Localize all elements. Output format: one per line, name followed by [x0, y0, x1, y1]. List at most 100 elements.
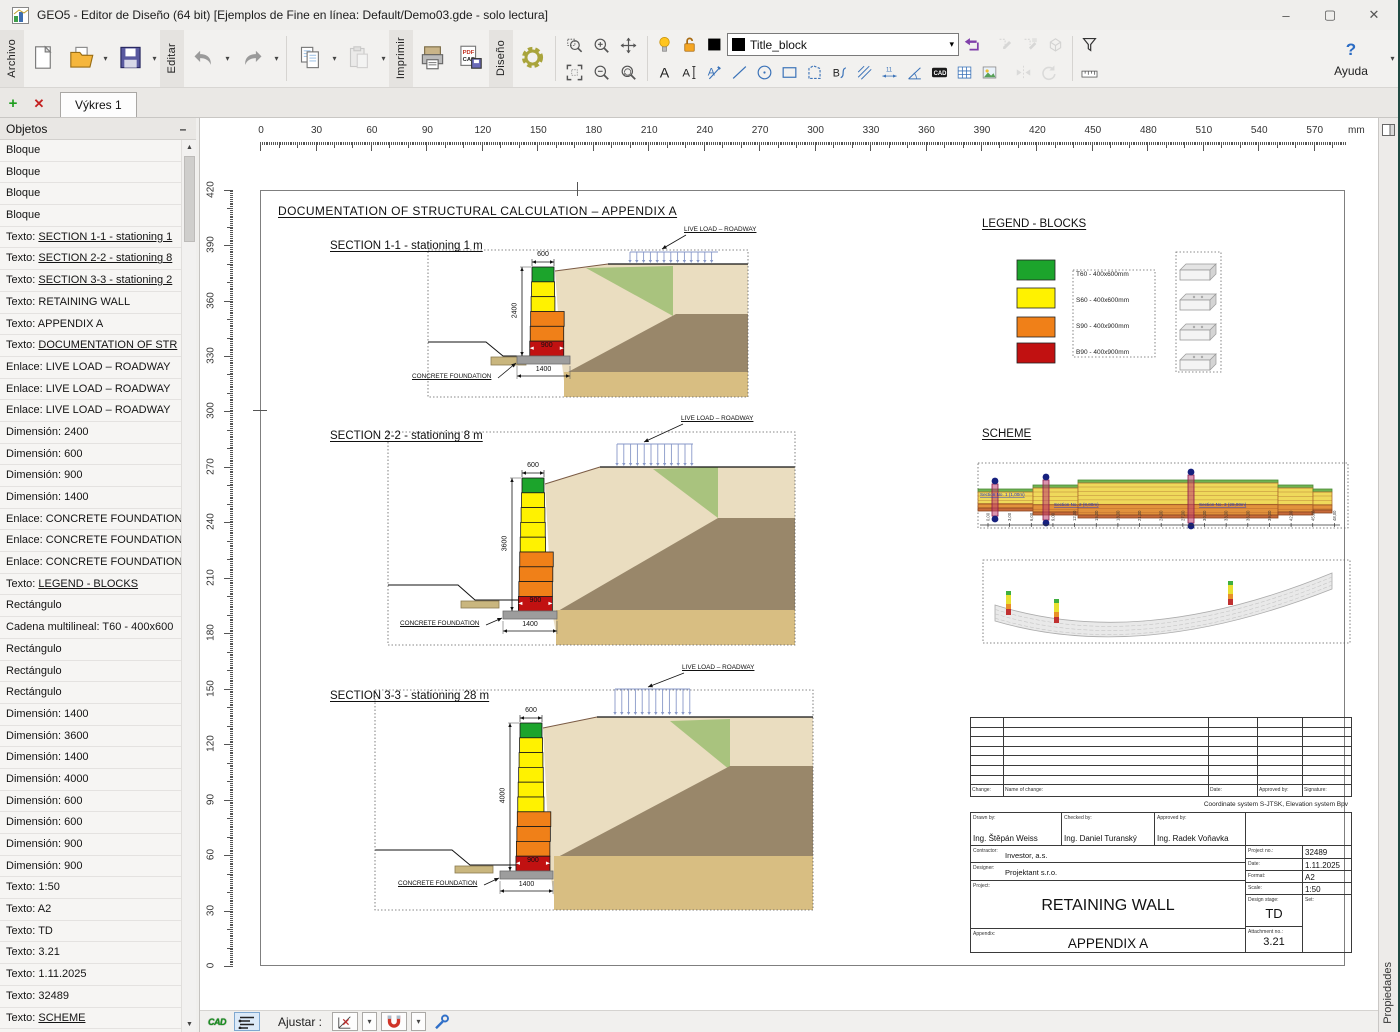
snap-magnet-dropdown-icon[interactable]: ▾ [411, 1012, 427, 1031]
wall-block-orange[interactable] [518, 566, 554, 583]
dimension-block[interactable]: 900 [530, 342, 564, 349]
dimension-height[interactable]: 3600 [502, 523, 509, 563]
objects-list-row[interactable]: Dimensión: 3600 [0, 725, 181, 748]
wall-block-yellow[interactable] [517, 796, 545, 813]
live-load-label[interactable]: LIVE LOAD – ROADWAY [682, 664, 754, 671]
group-label-archivo[interactable]: Archivo [0, 30, 24, 87]
wall-block-orange[interactable] [519, 551, 554, 568]
collapse-panel-button[interactable]: – [176, 122, 190, 136]
legend-swatch-green[interactable] [1016, 259, 1056, 281]
undo-button[interactable] [185, 35, 221, 79]
concrete-foundation-label[interactable]: CONCRETE FOUNDATION [412, 373, 491, 380]
redo-dropdown-icon[interactable]: ▾ [271, 35, 282, 82]
close-button[interactable]: ✕ [1352, 1, 1396, 29]
close-drawing-button[interactable]: ✕ [26, 96, 52, 117]
zoom-previous-button[interactable] [616, 60, 641, 85]
section-title[interactable]: SECTION 2-2 - stationing 8 m [330, 430, 483, 442]
drawing-main-title[interactable]: DOCUMENTATION OF STRUCTURAL CALCULATION … [278, 204, 677, 218]
legend-entry-label[interactable]: T60 - 400x600mm [1076, 271, 1129, 278]
concrete-foundation[interactable] [502, 610, 558, 620]
objects-list-row[interactable]: Texto: A2 [0, 899, 181, 921]
objects-list-row[interactable]: Texto: LEGEND - BLOCKS [0, 573, 181, 596]
objects-list-row[interactable]: Dimensión: 900 [0, 855, 181, 878]
zoom-region-button[interactable] [562, 33, 587, 58]
save-dropdown-icon[interactable]: ▾ [149, 35, 160, 82]
objects-list-row[interactable]: Bloque [0, 161, 181, 184]
objects-list-row[interactable]: Texto: SCHEME [0, 1007, 181, 1030]
wall-block-yellow[interactable] [531, 281, 555, 298]
wall-block-orange[interactable] [516, 826, 551, 842]
group-label-diseno[interactable]: Diseño [489, 30, 513, 87]
person-name[interactable]: Ing. Radek Voňavka [1157, 834, 1229, 843]
snap-axis-dropdown-icon[interactable]: ▾ [362, 1012, 378, 1031]
group-label-editar[interactable]: Editar [160, 30, 184, 87]
wall-block-yellow[interactable] [530, 296, 556, 312]
concrete-foundation-label[interactable]: CONCRETE FOUNDATION [400, 620, 479, 627]
snap-magnet-button[interactable] [381, 1012, 408, 1031]
line-style-button[interactable] [234, 1012, 260, 1031]
objects-scrollbar[interactable]: ▲ ▼ [181, 140, 196, 1032]
objects-list-row[interactable]: Enlace: LIVE LOAD – ROADWAY [0, 356, 181, 379]
legend-entry-label[interactable]: S60 - 400x600mm [1076, 297, 1129, 304]
person-name[interactable]: Ing. Daniel Turanský [1064, 834, 1137, 843]
line-tool-button[interactable] [727, 60, 752, 85]
wall-block-yellow[interactable] [517, 781, 544, 798]
objects-list-row[interactable]: Texto: RETAINING WALL [0, 291, 181, 314]
help-button[interactable]: ? Ayuda [1325, 30, 1377, 87]
snap-axis-button[interactable] [332, 1012, 359, 1031]
section-drawing-1[interactable]: 600 2400 900 1400 SECTION 1-1 - stationing 1… [300, 224, 770, 409]
toolbar-options-dropdown-icon[interactable]: ▾ [1387, 54, 1398, 63]
concrete-foundation[interactable] [516, 355, 571, 365]
objects-list-row[interactable]: Texto: 1.11.2025 [0, 964, 181, 986]
objects-list-row[interactable]: Dimensión: 1400 [0, 703, 181, 726]
scroll-up-icon[interactable]: ▲ [182, 140, 197, 155]
objects-list-row[interactable]: Texto: SECTION 1-1 - stationing 1 [0, 226, 181, 249]
legend-blocks[interactable]: LEGEND - BLOCKS T60 - 400x600mm S60 - 400x… [970, 218, 1230, 388]
wall-block-yellow[interactable] [518, 752, 544, 768]
image-tool-button[interactable] [977, 60, 1002, 85]
objects-list-row[interactable]: Texto: TD [0, 920, 181, 943]
dimension-base[interactable]: 1400 [524, 366, 564, 373]
zoom-out-button[interactable] [589, 60, 614, 85]
save-button[interactable] [112, 35, 148, 79]
ruler-settings-button[interactable] [1077, 61, 1102, 86]
combo-dropdown-icon[interactable]: ▾ [949, 39, 954, 50]
meta-value[interactable]: 32489 [1305, 848, 1327, 857]
section-drawing-3[interactable]: 600 4000 900 1400 SECTION 3-3 - stationing 2… [300, 658, 830, 918]
objects-list-row[interactable]: Rectángulo [0, 595, 181, 618]
wall-block-orange[interactable] [518, 581, 553, 597]
objects-list-row[interactable]: Texto: SECTION 2-2 - stationing 8 [0, 248, 181, 271]
objects-list-row[interactable]: Texto: 3.21 [0, 942, 181, 965]
objects-list-row[interactable]: Dimensión: 2400 [0, 421, 181, 444]
legend-entry-label[interactable]: B90 - 400x900mm [1076, 349, 1129, 356]
concrete-foundation-label[interactable]: CONCRETE FOUNDATION [398, 880, 477, 887]
objects-list-row[interactable]: Texto: APPENDIX A [0, 313, 181, 336]
objects-list-row[interactable]: Texto: DOCUMENTATION OF STR [0, 335, 181, 357]
scheme-section-label[interactable]: Section No. 2 (8,00m) [1054, 502, 1099, 507]
table-tool-button[interactable] [952, 60, 977, 85]
dimension-height[interactable]: 2400 [512, 290, 519, 330]
objects-list-row[interactable]: Rectángulo [0, 682, 181, 704]
undo-dropdown-icon[interactable]: ▾ [222, 35, 233, 82]
copy-button[interactable] [292, 35, 328, 79]
design-stage-value[interactable]: TD [1245, 906, 1303, 921]
section-title[interactable]: SECTION 1-1 - stationing 1 m [330, 240, 483, 252]
meta-value[interactable]: 1:50 [1305, 885, 1321, 894]
objects-list-row[interactable]: Rectángulo [0, 660, 181, 683]
objects-list-row[interactable]: Dimensión: 4000 [0, 768, 181, 791]
paste-dropdown-icon[interactable]: ▾ [378, 35, 389, 82]
pan-button[interactable] [616, 33, 641, 58]
color-swatch-button[interactable] [702, 32, 727, 57]
dimension-block[interactable]: 900 [516, 857, 550, 864]
group-label-imprimir[interactable]: Imprimir [389, 30, 413, 87]
text-tool-button[interactable]: A [652, 60, 677, 85]
apply-layer-button[interactable] [959, 32, 984, 57]
dimension-base[interactable]: 1400 [510, 621, 550, 628]
project-name[interactable]: RETAINING WALL [970, 897, 1246, 915]
objects-list-row[interactable]: Dimensión: 600 [0, 790, 181, 813]
objects-list-row[interactable]: Dimensión: 600 [0, 443, 181, 466]
add-drawing-button[interactable]: + [0, 95, 26, 117]
dimension-width[interactable]: 600 [513, 462, 553, 469]
properties-panel-collapsed[interactable]: Propiedades [1378, 118, 1398, 1032]
dimension-width[interactable]: 600 [511, 707, 551, 714]
